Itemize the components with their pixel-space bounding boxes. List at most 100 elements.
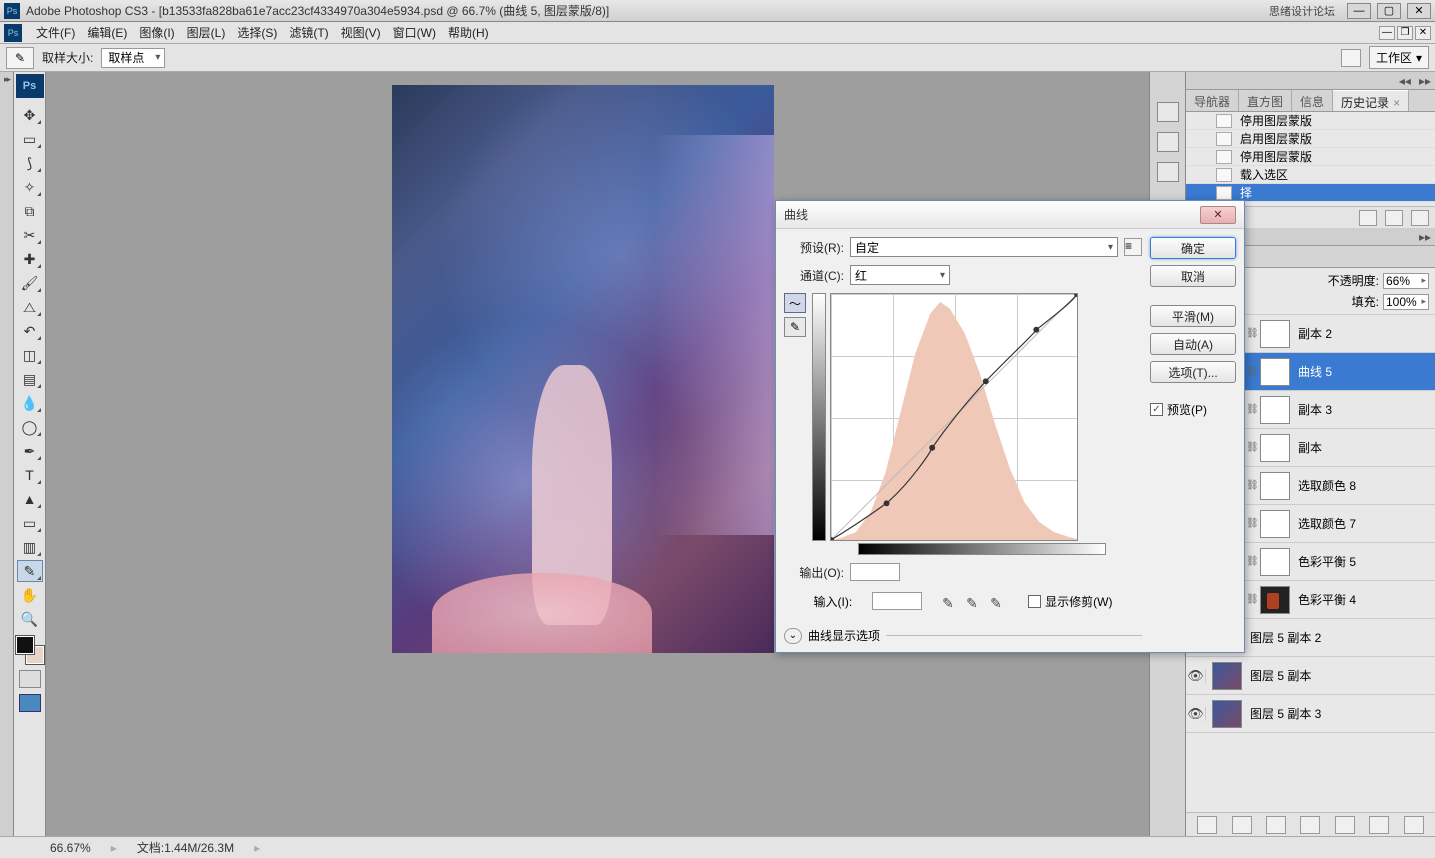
layer-name[interactable]: 副本 <box>1294 439 1431 456</box>
menu-view[interactable]: 视图(V) <box>335 22 387 43</box>
type-tool[interactable]: T <box>17 464 43 486</box>
history-snapshot-icon[interactable] <box>1359 210 1377 226</box>
dodge-tool[interactable]: ◯ <box>17 416 43 438</box>
hand-tool[interactable]: ✋ <box>17 584 43 606</box>
channel-select[interactable]: 红 <box>850 265 950 285</box>
zoom-tool[interactable]: 🔍 <box>17 608 43 630</box>
layer-name[interactable]: 图层 5 副本 <box>1246 667 1431 684</box>
crop-tool[interactable]: ⧉ <box>17 200 43 222</box>
history-list[interactable]: 停用图层蒙版 启用图层蒙版 停用图层蒙版 载入选区 择 <box>1186 112 1435 206</box>
maximize-button[interactable]: ▢ <box>1377 3 1401 19</box>
opacity-input[interactable]: 66% <box>1383 273 1429 289</box>
layer-mask-thumb[interactable] <box>1260 472 1290 500</box>
layer-mask-thumb[interactable] <box>1260 396 1290 424</box>
foreground-color-swatch[interactable] <box>16 636 34 654</box>
doc-minimize-button[interactable]: — <box>1379 26 1395 40</box>
menu-file[interactable]: 文件(F) <box>30 22 81 43</box>
layer-mask-thumb[interactable] <box>1260 358 1290 386</box>
quick-mask-toggle[interactable] <box>19 670 41 688</box>
layer-name[interactable]: 选取颜色 7 <box>1294 515 1431 532</box>
visibility-toggle[interactable]: 👁 <box>1190 707 1206 721</box>
layer-name[interactable]: 色彩平衡 4 <box>1294 591 1431 608</box>
tool-preset-picker[interactable]: ✎ <box>6 47 34 69</box>
history-new-icon[interactable] <box>1385 210 1403 226</box>
menu-layer[interactable]: 图层(L) <box>181 22 232 43</box>
layer-mask-thumb[interactable] <box>1260 548 1290 576</box>
preview-checkbox[interactable]: ✓预览(P) <box>1150 401 1236 418</box>
layer-name[interactable]: 图层 5 副本 2 <box>1246 629 1431 646</box>
smooth-button[interactable]: 平滑(M) <box>1150 305 1236 327</box>
curve-pencil-tool[interactable]: ✎ <box>784 317 806 337</box>
dock-icon-1[interactable] <box>1157 102 1179 122</box>
stamp-tool[interactable]: ⧍ <box>17 296 43 318</box>
document-canvas[interactable] <box>392 85 774 653</box>
history-item[interactable]: 载入选区 <box>1186 166 1435 184</box>
history-item[interactable]: 停用图层蒙版 <box>1186 112 1435 130</box>
pen-tool[interactable]: ✒ <box>17 440 43 462</box>
lasso-tool[interactable]: ⟆ <box>17 152 43 174</box>
fill-input[interactable]: 100% <box>1383 294 1429 310</box>
tab-info[interactable]: 信息 <box>1292 90 1333 111</box>
zoom-value[interactable]: 66.67% <box>50 841 91 855</box>
brush-tool[interactable]: 🖌 <box>17 272 43 294</box>
history-item[interactable]: 停用图层蒙版 <box>1186 148 1435 166</box>
adjustment-layer-icon[interactable] <box>1300 816 1320 834</box>
history-brush-tool[interactable]: ↶ <box>17 320 43 342</box>
dock-icon-3[interactable] <box>1157 162 1179 182</box>
layer-name[interactable]: 曲线 5 <box>1294 363 1431 380</box>
menu-window[interactable]: 窗口(W) <box>387 22 442 43</box>
dialog-titlebar[interactable]: 曲线 ✕ <box>776 201 1244 229</box>
layer-mask-thumb[interactable] <box>1260 434 1290 462</box>
eyedropper-tool[interactable]: ✎ <box>17 560 43 582</box>
output-value-input[interactable] <box>850 563 900 581</box>
eraser-tool[interactable]: ◫ <box>17 344 43 366</box>
menu-image[interactable]: 图像(I) <box>133 22 180 43</box>
layer-row[interactable]: 👁 图层 5 副本 3 <box>1186 695 1435 733</box>
doc-close-button[interactable]: ✕ <box>1415 26 1431 40</box>
layer-thumb[interactable] <box>1212 662 1242 690</box>
preset-menu-icon[interactable]: ≡ <box>1124 238 1142 256</box>
menu-help[interactable]: 帮助(H) <box>442 22 495 43</box>
notes-tool[interactable]: ▥ <box>17 536 43 558</box>
layer-name[interactable]: 选取颜色 8 <box>1294 477 1431 494</box>
blur-tool[interactable]: 💧 <box>17 392 43 414</box>
minimize-button[interactable]: — <box>1347 3 1371 19</box>
workspace-dropdown[interactable]: 工作区▾ <box>1369 46 1429 69</box>
show-clipping-checkbox[interactable]: 显示修剪(W) <box>1028 593 1112 610</box>
marquee-tool[interactable]: ▭ <box>17 128 43 150</box>
menu-filter[interactable]: 滤镜(T) <box>283 22 334 43</box>
layer-name[interactable]: 副本 3 <box>1294 401 1431 418</box>
layer-fx-icon[interactable] <box>1232 816 1252 834</box>
close-button[interactable]: ✕ <box>1407 3 1431 19</box>
layer-name[interactable]: 副本 2 <box>1294 325 1431 342</box>
input-value-input[interactable] <box>872 592 922 610</box>
expand-display-options[interactable]: ⌄ <box>784 628 802 644</box>
layer-thumb[interactable] <box>1212 700 1242 728</box>
layer-name[interactable]: 图层 5 副本 3 <box>1246 705 1431 722</box>
gray-point-eyedropper-icon[interactable]: ✎ <box>966 595 984 613</box>
layer-row[interactable]: 👁图层 5 副本 <box>1186 657 1435 695</box>
white-point-eyedropper-icon[interactable]: ✎ <box>990 595 1008 613</box>
delete-layer-icon[interactable] <box>1404 816 1424 834</box>
layer-name[interactable]: 色彩平衡 5 <box>1294 553 1431 570</box>
curves-graph[interactable] <box>830 293 1078 541</box>
layer-mask-thumb[interactable] <box>1260 510 1290 538</box>
doc-restore-button[interactable]: ❐ <box>1397 26 1413 40</box>
layer-mask-thumb[interactable] <box>1260 320 1290 348</box>
healing-tool[interactable]: ✚ <box>17 248 43 270</box>
dialog-close-button[interactable]: ✕ <box>1200 206 1236 224</box>
history-item[interactable]: 启用图层蒙版 <box>1186 130 1435 148</box>
options-button[interactable]: 选项(T)... <box>1150 361 1236 383</box>
wand-tool[interactable]: ✧ <box>17 176 43 198</box>
shape-tool[interactable]: ▭ <box>17 512 43 534</box>
color-swatches[interactable] <box>16 636 44 664</box>
tab-histogram[interactable]: 直方图 <box>1239 90 1292 111</box>
doc-info[interactable]: 文档:1.44M/26.3M <box>137 839 234 856</box>
layer-mask-icon[interactable] <box>1266 816 1286 834</box>
preset-select[interactable]: 自定 <box>850 237 1118 257</box>
screen-mode-button[interactable] <box>19 694 41 712</box>
dock-icon-2[interactable] <box>1157 132 1179 152</box>
black-point-eyedropper-icon[interactable]: ✎ <box>942 595 960 613</box>
move-tool[interactable]: ✥ <box>17 104 43 126</box>
gradient-tool[interactable]: ▤ <box>17 368 43 390</box>
